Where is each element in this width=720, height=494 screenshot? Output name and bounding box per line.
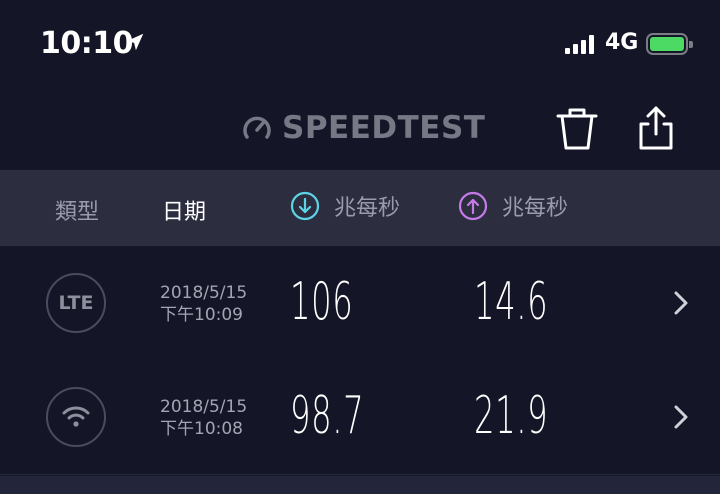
result-row[interactable]: LTE 2018/5/15 下午10:09 106 14.6 — [0, 246, 720, 360]
result-date: 2018/5/15 — [160, 283, 248, 303]
status-time: 10:10 — [40, 26, 134, 61]
upload-speed: 14.6 — [474, 272, 549, 332]
lte-icon-label: LTE — [58, 292, 94, 314]
speedometer-icon — [243, 116, 271, 139]
result-datetime: 2018/5/15 下午10:08 — [160, 396, 247, 440]
result-date: 2018/5/15 — [160, 397, 248, 417]
next-row-partial — [0, 476, 720, 494]
download-arrow-icon — [290, 191, 320, 221]
upload-arrow-icon — [458, 191, 488, 221]
wifi-glyph — [62, 406, 90, 427]
location-arrow-icon — [126, 33, 144, 51]
lte-icon: LTE — [46, 273, 106, 333]
upload-unit-label: 兆每秒 — [502, 196, 569, 221]
logo-text: SPEEDTEST — [282, 110, 486, 146]
wifi-icon — [46, 387, 106, 447]
download-speed: 106 — [290, 272, 354, 332]
share-button[interactable] — [634, 104, 678, 154]
chevron-right-icon[interactable] — [672, 404, 690, 430]
download-unit-label: 兆每秒 — [334, 196, 401, 221]
app-header: SPEEDTEST — [0, 90, 720, 168]
result-datetime: 2018/5/15 下午10:09 — [160, 282, 247, 326]
trash-icon — [556, 108, 598, 150]
upload-speed: 21.9 — [474, 386, 549, 446]
download-speed: 98.7 — [290, 386, 365, 446]
results-table-header: 類型 日期 兆每秒 兆每秒 — [0, 170, 720, 246]
result-time: 下午10:09 — [160, 305, 243, 325]
chevron-right-icon[interactable] — [672, 290, 690, 316]
share-icon — [639, 106, 673, 150]
status-bar: 10:10 4G — [0, 0, 720, 90]
network-type: 4G — [605, 30, 639, 55]
result-time: 下午10:08 — [160, 419, 243, 439]
type-column-header[interactable]: 類型 — [55, 194, 99, 226]
cellular-signal-icon — [565, 34, 594, 54]
download-column-header[interactable]: 兆每秒 — [290, 190, 400, 222]
date-column-header[interactable]: 日期 — [162, 194, 206, 226]
result-row[interactable]: 2018/5/15 下午10:08 98.7 21.9 — [0, 360, 720, 475]
upload-column-header[interactable]: 兆每秒 — [458, 190, 568, 222]
trash-button[interactable] — [554, 104, 600, 154]
speedtest-logo: SPEEDTEST — [240, 110, 485, 146]
battery-icon — [646, 33, 693, 55]
